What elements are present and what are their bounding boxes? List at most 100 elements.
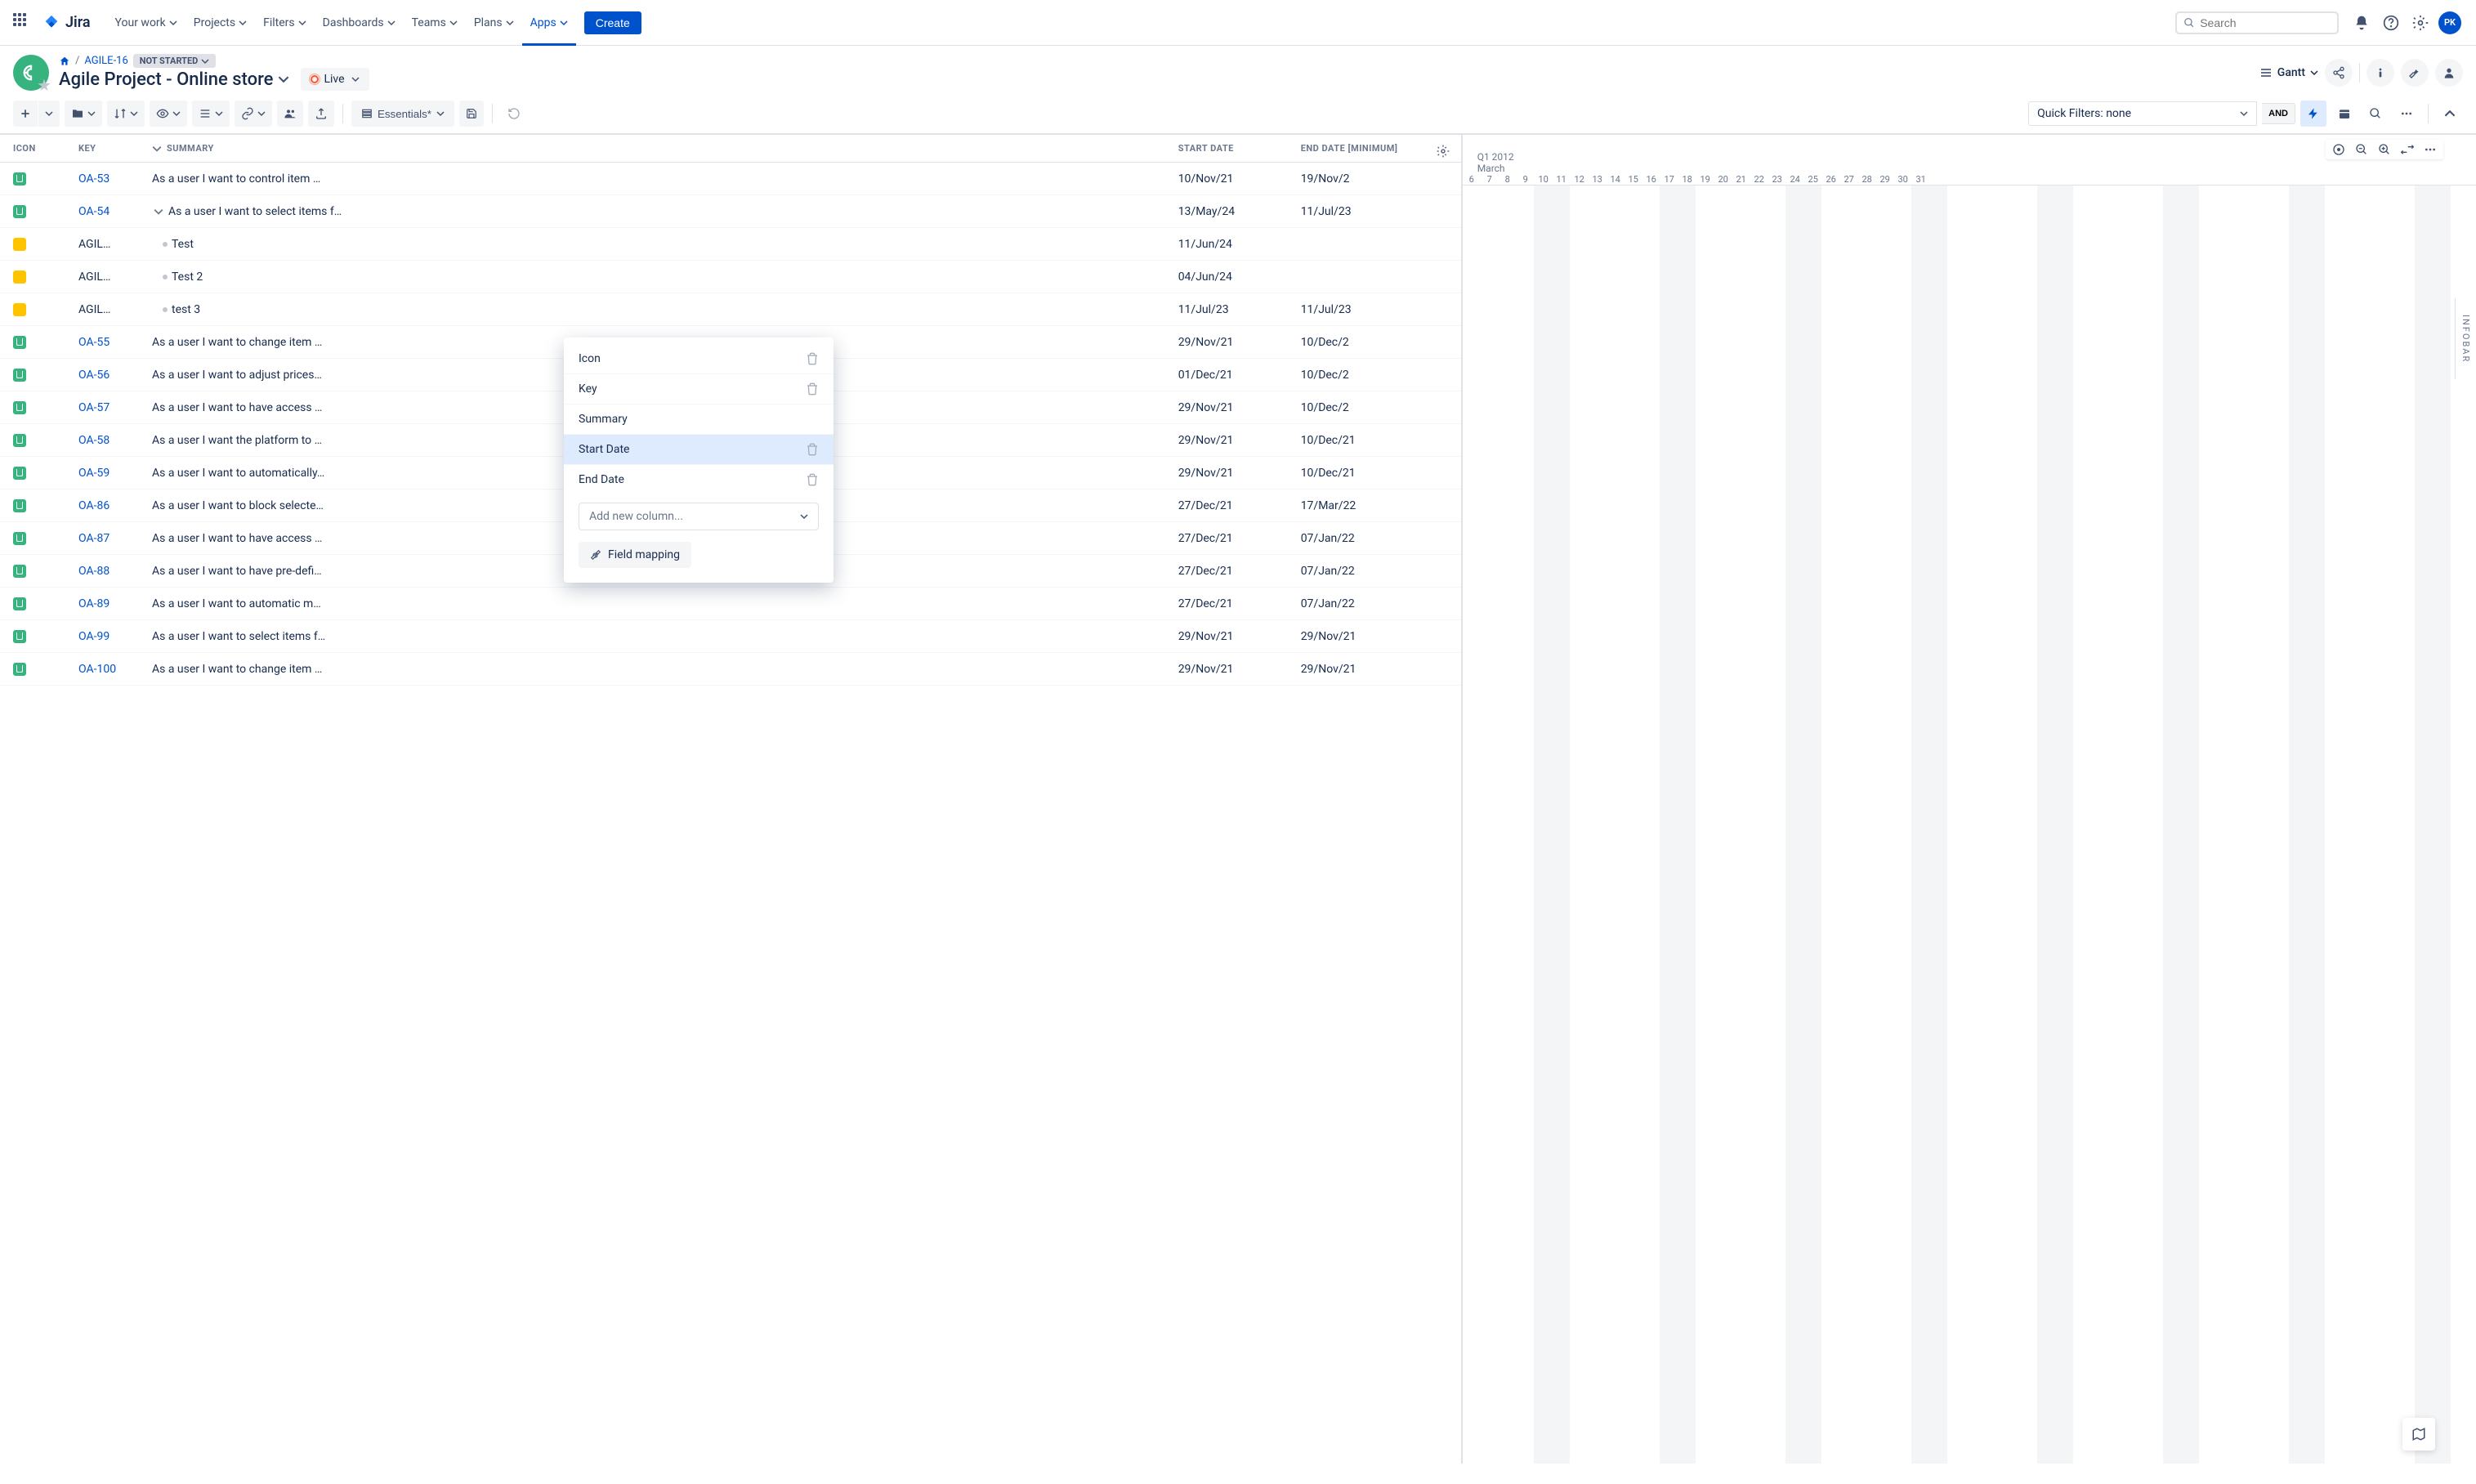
more-icon[interactable] (2393, 101, 2420, 127)
wrench-icon[interactable] (2401, 59, 2429, 87)
end-date-cell: 07/Jan/22 (1301, 597, 1448, 610)
trash-icon[interactable] (806, 473, 819, 486)
undo-button[interactable] (501, 101, 527, 127)
issue-key-link[interactable]: OA-87 (78, 532, 109, 545)
and-button[interactable]: AND (2262, 103, 2295, 124)
help-icon[interactable] (2378, 10, 2404, 36)
visibility-button[interactable] (150, 101, 187, 127)
create-button[interactable]: Create (584, 11, 641, 34)
nav-item-teams[interactable]: Teams (404, 0, 466, 46)
info-icon[interactable] (2367, 59, 2394, 87)
gantt-timeline-header: Q1 2012 March 67891011121314151617181920… (1463, 135, 2476, 186)
user-avatar[interactable]: PK (2437, 10, 2463, 36)
issue-key-link[interactable]: OA-58 (78, 434, 109, 447)
nav-item-apps[interactable]: Apps (522, 0, 576, 46)
issue-key-link[interactable]: OA-53 (78, 172, 109, 186)
link-button[interactable] (235, 101, 272, 127)
col-header-end[interactable]: END DATE [MINIMUM] (1301, 143, 1448, 154)
field-mapping-button[interactable]: Field mapping (579, 542, 691, 568)
issue-key-link[interactable]: OA-54 (78, 205, 109, 218)
table-row[interactable]: AGIL… Test 11/Jun/24 (0, 228, 1461, 261)
issue-key-link[interactable]: OA-55 (78, 336, 109, 349)
sort-button[interactable] (107, 101, 145, 127)
popover-column-item[interactable]: Start Date (564, 435, 834, 465)
end-date-cell: 10/Dec/21 (1301, 434, 1448, 447)
status-badge[interactable]: NOT STARTED (133, 54, 217, 68)
team-button[interactable] (277, 101, 303, 127)
nav-item-projects[interactable]: Projects (185, 0, 255, 46)
table-row[interactable]: AGIL… test 3 11/Jul/23 11/Jul/23 (0, 293, 1461, 326)
issue-key-link[interactable]: OA-100 (78, 663, 116, 676)
save-button[interactable] (459, 101, 484, 127)
infobar-toggle[interactable]: INFOBAR (2455, 298, 2476, 379)
table-row[interactable]: OA-54 As a user I want to select items f… (0, 195, 1461, 228)
issue-key-link[interactable]: OA-57 (78, 401, 109, 414)
minimap-button[interactable] (2402, 1418, 2435, 1450)
gantt-panel: Q1 2012 March 67891011121314151617181920… (1461, 135, 2476, 1464)
summary-cell: test 3 (152, 302, 1178, 318)
table-row[interactable]: OA-100 As a user I want to change item …… (0, 653, 1461, 686)
trash-icon[interactable] (806, 382, 819, 396)
popover-column-item[interactable]: Summary (564, 405, 834, 435)
breadcrumb-agile[interactable]: AGILE-16 (84, 55, 127, 67)
issue-key-link[interactable]: OA-86 (78, 499, 109, 512)
issue-key-link[interactable]: OA-59 (78, 467, 109, 480)
issue-key-link[interactable]: OA-56 (78, 369, 109, 382)
issue-key-link[interactable]: OA-89 (78, 597, 109, 610)
col-header-icon[interactable]: ICON (13, 143, 78, 154)
quick-filters-dropdown[interactable]: Quick Filters: none (2028, 101, 2257, 126)
col-header-start[interactable]: START DATE (1178, 143, 1301, 154)
gantt-more-icon[interactable] (2424, 143, 2437, 156)
bolt-icon[interactable] (2300, 101, 2326, 127)
search-input[interactable] (2200, 16, 2331, 29)
table-row[interactable]: OA-99 As a user I want to select items f… (0, 620, 1461, 653)
collapse-icon[interactable] (2437, 101, 2463, 127)
column-settings-icon[interactable] (1432, 140, 1455, 163)
layout-button[interactable] (192, 101, 230, 127)
popover-column-item[interactable]: Icon (564, 344, 834, 374)
jira-logo[interactable]: Jira (42, 14, 91, 32)
add-button[interactable] (13, 101, 38, 127)
app-switcher-icon[interactable] (13, 13, 33, 33)
user-icon[interactable] (2435, 59, 2463, 87)
issue-key-link[interactable]: OA-88 (78, 565, 109, 578)
calendar-icon[interactable] (2331, 101, 2358, 127)
notifications-icon[interactable] (2349, 10, 2375, 36)
search-icon[interactable] (2362, 101, 2389, 127)
search-box[interactable] (2175, 11, 2339, 34)
trash-icon[interactable] (806, 352, 819, 365)
issue-key-link[interactable]: OA-99 (78, 630, 109, 643)
table-row[interactable]: OA-89 As a user I want to automatic m… 2… (0, 588, 1461, 620)
day-cell: 9 (1517, 174, 1535, 185)
table-row[interactable]: AGIL… Test 2 04/Jun/24 (0, 261, 1461, 293)
export-button[interactable] (308, 101, 334, 127)
add-dropdown[interactable] (38, 101, 60, 127)
nav-item-your-work[interactable]: Your work (107, 0, 185, 46)
nav-item-dashboards[interactable]: Dashboards (315, 0, 404, 46)
nav-item-filters[interactable]: Filters (255, 0, 315, 46)
trash-icon[interactable] (806, 443, 819, 456)
day-cell: 18 (1678, 174, 1696, 185)
share-icon[interactable] (2325, 59, 2353, 87)
col-header-key[interactable]: KEY (78, 143, 152, 154)
start-date-cell: 01/Dec/21 (1178, 369, 1301, 382)
project-dropdown-icon[interactable] (278, 74, 289, 85)
zoom-out-icon[interactable] (2355, 143, 2368, 156)
folder-button[interactable] (65, 101, 102, 127)
config-button[interactable]: Essentials* (351, 101, 454, 127)
popover-column-item[interactable]: Key (564, 374, 834, 405)
zoom-in-icon[interactable] (2378, 143, 2391, 156)
nav-item-plans[interactable]: Plans (466, 0, 522, 46)
chevron-down-icon[interactable] (152, 207, 165, 217)
col-header-summary[interactable]: SUMMARY (152, 143, 1178, 154)
table-row[interactable]: OA-53 As a user I want to control item …… (0, 163, 1461, 195)
live-badge[interactable]: Live (301, 68, 369, 91)
gantt-body[interactable] (1463, 186, 2476, 1464)
settings-icon[interactable] (2407, 10, 2434, 36)
target-icon[interactable] (2332, 143, 2345, 156)
add-column-dropdown[interactable]: Add new column... (579, 503, 819, 530)
view-switcher[interactable]: Gantt (2259, 66, 2318, 79)
expand-icon[interactable] (2401, 143, 2414, 156)
popover-column-item[interactable]: End Date (564, 465, 834, 494)
home-icon[interactable] (59, 56, 70, 67)
